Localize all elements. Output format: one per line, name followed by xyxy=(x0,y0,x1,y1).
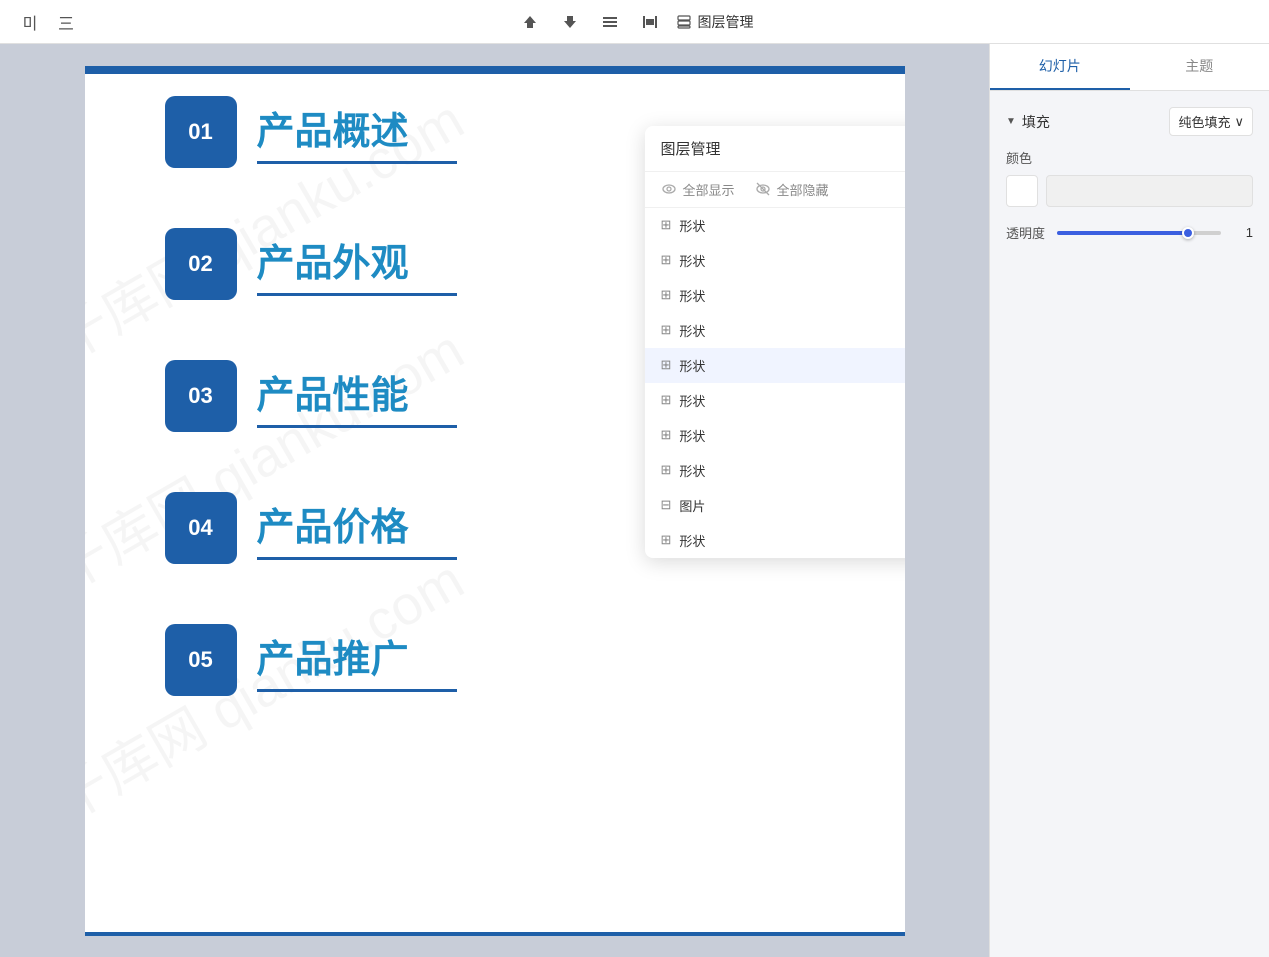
layer-item-6[interactable]: ⊞ 形状 🔒 👁 xyxy=(645,383,905,418)
layer-name-8: 形状 xyxy=(679,461,897,480)
slide-canvas: 千库网 qianku.com 千库网 qianku.com 千库网 qianku… xyxy=(85,66,905,936)
opacity-label: 透明度 xyxy=(1006,223,1045,242)
layer-name-9: 图片 xyxy=(679,496,897,515)
menu-underline-03 xyxy=(257,425,457,428)
layer-manager-toolbar[interactable]: 图层管理 xyxy=(676,12,754,32)
layer-item-8[interactable]: ⊞ 形状 🔒 👁 xyxy=(645,453,905,488)
menu-text-02: 产品外观 xyxy=(257,232,457,296)
layer-panel-header: 图层管理 ∨ ✕ xyxy=(645,126,905,172)
slide-bottom-line xyxy=(85,932,905,936)
move-up-icon[interactable] xyxy=(516,8,544,36)
show-all-button[interactable]: 全部显示 xyxy=(661,180,735,199)
layer-name-4: 形状 xyxy=(679,321,897,340)
distribute-icon[interactable] xyxy=(636,8,664,36)
toolbar-left: 미 三 xyxy=(16,8,80,36)
opacity-value: 1 xyxy=(1233,225,1253,240)
slide-item-05: 05 产品推广 xyxy=(165,624,865,696)
slide-top-bar xyxy=(85,66,905,74)
menu-text-04: 产品价格 xyxy=(257,496,457,560)
layer-visibility-bar: 全部显示 全部隐藏 xyxy=(645,172,905,208)
main-area: 千库网 qianku.com 千库网 qianku.com 千库网 qianku… xyxy=(0,44,1269,957)
menu-underline-01 xyxy=(257,161,457,164)
layer-item-10[interactable]: ⊞ 形状 🔒 👁 xyxy=(645,523,905,558)
number-box-02: 02 xyxy=(165,228,237,300)
opacity-row: 透明度 1 xyxy=(1006,223,1253,242)
grid-icon[interactable]: 三 xyxy=(52,8,80,36)
menu-text-03: 产品性能 xyxy=(257,364,457,428)
layer-item-2[interactable]: ⊞ 形状 🔒 👁 xyxy=(645,243,905,278)
fill-title-label: 填充 xyxy=(1022,112,1050,132)
layer-item-7[interactable]: ⊞ 形状 🔒 👁 xyxy=(645,418,905,453)
align-icon[interactable] xyxy=(596,8,624,36)
layer-name-10: 形状 xyxy=(679,531,897,550)
color-hex-input[interactable] xyxy=(1046,175,1253,207)
color-swatch[interactable] xyxy=(1006,175,1038,207)
show-all-label: 全部显示 xyxy=(683,180,735,199)
layer-icon-4: ⊞ xyxy=(661,322,672,338)
layer-name-6: 形状 xyxy=(679,391,897,410)
layer-icon-5: ⊞ xyxy=(661,357,672,373)
menu-underline-04 xyxy=(257,557,457,560)
layer-icon-2: ⊞ xyxy=(661,252,672,268)
layer-icon-10: ⊞ xyxy=(661,532,672,548)
menu-text-01: 产品概述 xyxy=(257,100,457,164)
number-box-01: 01 xyxy=(165,96,237,168)
layer-item-1[interactable]: ⊞ 形状 🔒 👁 xyxy=(645,208,905,243)
layer-name-2: 形状 xyxy=(679,251,897,270)
layer-item-9[interactable]: ⊟ 图片 🔒 👁 xyxy=(645,488,905,523)
layer-icon-1: ⊞ xyxy=(661,217,672,233)
layer-panel: 图层管理 ∨ ✕ 全部显示 xyxy=(645,126,905,558)
layer-name-5: 形状 xyxy=(679,356,897,375)
right-panel-content: ▼ 填充 纯色填充 ∨ 颜色 透明度 1 xyxy=(990,91,1269,957)
fill-type-label: 纯色填充 xyxy=(1178,112,1230,131)
layer-item-5[interactable]: ⊞ 形状 🔒 👁 xyxy=(645,348,905,383)
fill-arrow-icon[interactable]: ▼ xyxy=(1006,116,1016,127)
toolbar: 미 三 xyxy=(0,0,1269,44)
layer-name-3: 形状 xyxy=(679,286,897,305)
canvas-area[interactable]: 千库网 qianku.com 千库网 qianku.com 千库网 qianku… xyxy=(0,44,989,957)
menu-title-02: 产品外观 xyxy=(257,232,457,287)
layer-item-4[interactable]: ⊞ 形状 🔒 👁 xyxy=(645,313,905,348)
fill-type-select[interactable]: 纯色填充 ∨ xyxy=(1169,107,1253,136)
layer-icon-9: ⊟ xyxy=(661,497,672,513)
layer-list[interactable]: ⊞ 形状 🔒 👁 ⊞ 形状 🔒 👁 xyxy=(645,208,905,558)
move-down-icon[interactable] xyxy=(556,8,584,36)
layer-icon-6: ⊞ xyxy=(661,392,672,408)
number-box-03: 03 xyxy=(165,360,237,432)
fill-type-chevron-icon: ∨ xyxy=(1234,114,1244,130)
hide-all-button[interactable]: 全部隐藏 xyxy=(755,180,829,199)
menu-title-04: 产品价格 xyxy=(257,496,457,551)
fill-section-title: ▼ 填充 xyxy=(1006,112,1050,132)
layer-icon-8: ⊞ xyxy=(661,462,672,478)
toolbar-center: 图层管理 xyxy=(516,8,754,36)
opacity-slider[interactable] xyxy=(1057,231,1221,235)
right-panel: 幻灯片 主题 ▼ 填充 纯色填充 ∨ 颜色 xyxy=(989,44,1269,957)
menu-title-05: 产品推广 xyxy=(257,628,457,683)
menu-text-05: 产品推广 xyxy=(257,628,457,692)
fill-section-header: ▼ 填充 纯色填充 ∨ xyxy=(1006,107,1253,136)
layer-name-1: 形状 xyxy=(679,216,897,235)
number-box-04: 04 xyxy=(165,492,237,564)
tab-slide[interactable]: 幻灯片 xyxy=(990,44,1130,90)
color-input-row xyxy=(1006,175,1253,207)
layer-panel-title: 图层管理 xyxy=(661,138,721,159)
layer-name-7: 形状 xyxy=(679,426,897,445)
menu-underline-02 xyxy=(257,293,457,296)
hide-all-label: 全部隐藏 xyxy=(777,180,829,199)
menu-icon[interactable]: 미 xyxy=(16,8,44,36)
color-label: 颜色 xyxy=(1006,148,1253,167)
tab-theme[interactable]: 主题 xyxy=(1130,44,1269,90)
layer-icon-3: ⊞ xyxy=(661,287,672,303)
menu-title-03: 产品性能 xyxy=(257,364,457,419)
layer-icon-7: ⊞ xyxy=(661,427,672,443)
menu-underline-05 xyxy=(257,689,457,692)
layer-item-3[interactable]: ⊞ 形状 🔒 👁 xyxy=(645,278,905,313)
menu-title-01: 产品概述 xyxy=(257,100,457,155)
right-panel-tabs: 幻灯片 主题 xyxy=(990,44,1269,91)
number-box-05: 05 xyxy=(165,624,237,696)
